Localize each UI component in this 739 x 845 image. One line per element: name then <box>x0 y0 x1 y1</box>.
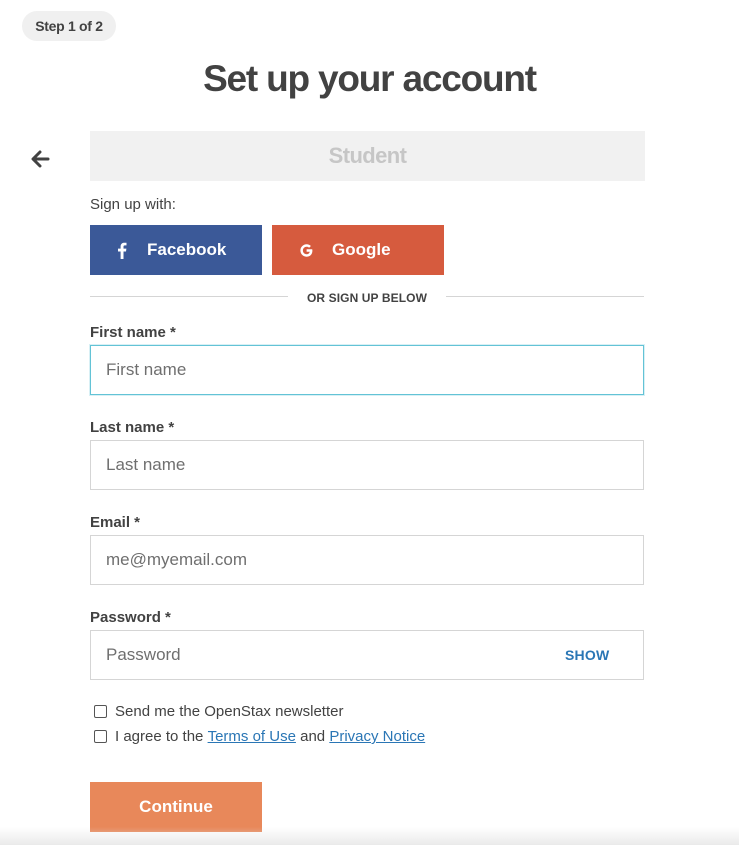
newsletter-checkbox-row: Send me the OpenStax newsletter <box>94 703 343 720</box>
privacy-notice-link[interactable]: Privacy Notice <box>329 728 425 745</box>
google-signup-label: Google <box>332 240 391 259</box>
terms-checkbox[interactable] <box>94 730 107 743</box>
email-label: Email * <box>90 514 141 531</box>
google-signup-button[interactable]: Google <box>272 225 444 275</box>
divider-line-left <box>90 296 288 297</box>
facebook-signup-button[interactable]: Facebook <box>90 225 262 275</box>
first-name-input[interactable] <box>90 345 644 395</box>
facebook-icon <box>114 242 130 259</box>
terms-of-use-link[interactable]: Terms of Use <box>208 728 296 745</box>
terms-checkbox-row: I agree to the Terms of Use and Privacy … <box>94 728 425 745</box>
email-input[interactable] <box>90 535 644 585</box>
arrow-left-icon[interactable] <box>31 149 51 169</box>
first-name-label: First name * <box>90 324 176 341</box>
show-password-button[interactable]: SHOW <box>565 647 609 663</box>
role-tab-student[interactable]: Student <box>90 131 645 181</box>
step-indicator: Step 1 of 2 <box>22 11 116 41</box>
terms-prefix-text: I agree to the <box>115 728 204 745</box>
divider-line-right <box>446 296 644 297</box>
password-label: Password * <box>90 609 171 626</box>
terms-conjunction-text: and <box>300 728 326 745</box>
continue-button[interactable]: Continue <box>90 782 262 832</box>
divider-text: OR SIGN UP BELOW <box>306 291 428 305</box>
page-title: Set up your account <box>203 58 537 99</box>
last-name-label: Last name * <box>90 419 175 436</box>
google-icon <box>298 242 314 258</box>
last-name-input[interactable] <box>90 440 644 490</box>
password-input[interactable] <box>90 630 644 680</box>
newsletter-checkbox-label: Send me the OpenStax newsletter <box>115 703 344 720</box>
newsletter-checkbox[interactable] <box>94 705 107 718</box>
signup-with-label: Sign up with: <box>90 196 176 213</box>
facebook-signup-label: Facebook <box>147 240 227 259</box>
